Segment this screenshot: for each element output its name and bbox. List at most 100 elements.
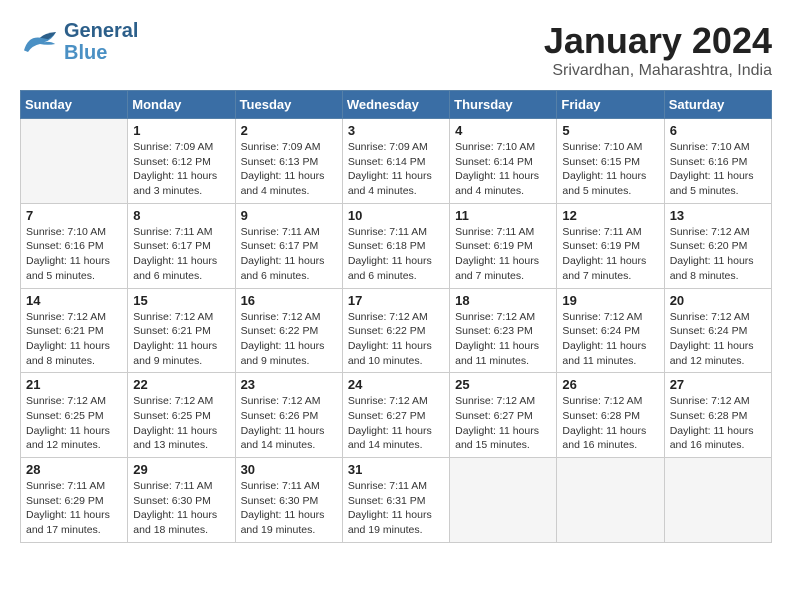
day-info: Sunrise: 7:12 AM Sunset: 6:21 PM Dayligh… [133, 310, 229, 369]
calendar-cell: 30 Sunrise: 7:11 AM Sunset: 6:30 PM Dayli… [235, 458, 342, 543]
day-info: Sunrise: 7:12 AM Sunset: 6:24 PM Dayligh… [670, 310, 766, 369]
calendar-cell [21, 119, 128, 204]
calendar-cell: 21 Sunrise: 7:12 AM Sunset: 6:25 PM Dayli… [21, 373, 128, 458]
day-info: Sunrise: 7:11 AM Sunset: 6:30 PM Dayligh… [241, 479, 337, 538]
page-header: General Blue January 2024 Srivardhan, Ma… [20, 20, 772, 80]
calendar-cell: 14 Sunrise: 7:12 AM Sunset: 6:21 PM Dayli… [21, 288, 128, 373]
calendar-cell: 10Sunrise: 7:11 AM Sunset: 6:18 PM Dayli… [342, 203, 449, 288]
day-info: Sunrise: 7:12 AM Sunset: 6:28 PM Dayligh… [562, 394, 658, 453]
calendar-cell: 27Sunrise: 7:12 AM Sunset: 6:28 PM Dayli… [664, 373, 771, 458]
calendar-cell: 1 Sunrise: 7:09 AM Sunset: 6:12 PM Daylig… [128, 119, 235, 204]
calendar-week-3: 14 Sunrise: 7:12 AM Sunset: 6:21 PM Dayli… [21, 288, 772, 373]
day-info: Sunrise: 7:12 AM Sunset: 6:26 PM Dayligh… [241, 394, 337, 453]
day-header-saturday: Saturday [664, 91, 771, 119]
day-number: 3 [348, 123, 444, 138]
calendar-cell: 23 Sunrise: 7:12 AM Sunset: 6:26 PM Dayli… [235, 373, 342, 458]
day-header-sunday: Sunday [21, 91, 128, 119]
calendar-week-1: 1 Sunrise: 7:09 AM Sunset: 6:12 PM Daylig… [21, 119, 772, 204]
calendar-cell: 28Sunrise: 7:11 AM Sunset: 6:29 PM Dayli… [21, 458, 128, 543]
day-number: 10 [348, 208, 444, 223]
day-number: 9 [241, 208, 337, 223]
day-number: 2 [241, 123, 337, 138]
day-number: 13 [670, 208, 766, 223]
day-number: 21 [26, 377, 122, 392]
day-number: 20 [670, 293, 766, 308]
day-info: Sunrise: 7:12 AM Sunset: 6:25 PM Dayligh… [133, 394, 229, 453]
day-info: Sunrise: 7:11 AM Sunset: 6:17 PM Dayligh… [133, 225, 229, 284]
day-info: Sunrise: 7:12 AM Sunset: 6:28 PM Dayligh… [670, 394, 766, 453]
calendar-cell: 13 Sunrise: 7:12 AM Sunset: 6:20 PM Dayli… [664, 203, 771, 288]
calendar-week-5: 28Sunrise: 7:11 AM Sunset: 6:29 PM Dayli… [21, 458, 772, 543]
calendar-cell: 11 Sunrise: 7:11 AM Sunset: 6:19 PM Dayli… [450, 203, 557, 288]
calendar-cell [664, 458, 771, 543]
calendar-cell: 7Sunrise: 7:10 AM Sunset: 6:16 PM Daylig… [21, 203, 128, 288]
day-number: 25 [455, 377, 551, 392]
calendar-cell: 31Sunrise: 7:11 AM Sunset: 6:31 PM Dayli… [342, 458, 449, 543]
logo-text-blue: Blue [64, 42, 107, 64]
day-number: 6 [670, 123, 766, 138]
calendar-cell [557, 458, 664, 543]
day-info: Sunrise: 7:10 AM Sunset: 6:16 PM Dayligh… [670, 140, 766, 199]
day-info: Sunrise: 7:11 AM Sunset: 6:19 PM Dayligh… [455, 225, 551, 284]
day-info: Sunrise: 7:11 AM Sunset: 6:31 PM Dayligh… [348, 479, 444, 538]
day-info: Sunrise: 7:09 AM Sunset: 6:12 PM Dayligh… [133, 140, 229, 199]
day-info: Sunrise: 7:12 AM Sunset: 6:20 PM Dayligh… [670, 225, 766, 284]
day-number: 24 [348, 377, 444, 392]
day-info: Sunrise: 7:09 AM Sunset: 6:13 PM Dayligh… [241, 140, 337, 199]
day-number: 17 [348, 293, 444, 308]
calendar-cell: 5 Sunrise: 7:10 AM Sunset: 6:15 PM Daylig… [557, 119, 664, 204]
logo-icon [20, 28, 60, 56]
day-number: 15 [133, 293, 229, 308]
day-number: 8 [133, 208, 229, 223]
calendar-cell: 22 Sunrise: 7:12 AM Sunset: 6:25 PM Dayli… [128, 373, 235, 458]
day-info: Sunrise: 7:12 AM Sunset: 6:27 PM Dayligh… [455, 394, 551, 453]
calendar-cell: 6 Sunrise: 7:10 AM Sunset: 6:16 PM Daylig… [664, 119, 771, 204]
day-number: 14 [26, 293, 122, 308]
day-number: 11 [455, 208, 551, 223]
day-number: 30 [241, 462, 337, 477]
location-subtitle: Srivardhan, Maharashtra, India [544, 62, 772, 80]
day-info: Sunrise: 7:11 AM Sunset: 6:19 PM Dayligh… [562, 225, 658, 284]
calendar-cell: 4 Sunrise: 7:10 AM Sunset: 6:14 PM Daylig… [450, 119, 557, 204]
day-number: 1 [133, 123, 229, 138]
day-info: Sunrise: 7:11 AM Sunset: 6:29 PM Dayligh… [26, 479, 122, 538]
calendar-cell: 25 Sunrise: 7:12 AM Sunset: 6:27 PM Dayli… [450, 373, 557, 458]
calendar-cell: 8 Sunrise: 7:11 AM Sunset: 6:17 PM Daylig… [128, 203, 235, 288]
day-info: Sunrise: 7:12 AM Sunset: 6:27 PM Dayligh… [348, 394, 444, 453]
day-header-monday: Monday [128, 91, 235, 119]
calendar-cell: 15 Sunrise: 7:12 AM Sunset: 6:21 PM Dayli… [128, 288, 235, 373]
calendar-cell: 12 Sunrise: 7:11 AM Sunset: 6:19 PM Dayli… [557, 203, 664, 288]
day-info: Sunrise: 7:12 AM Sunset: 6:21 PM Dayligh… [26, 310, 122, 369]
calendar-header-row: SundayMondayTuesdayWednesdayThursdayFrid… [21, 91, 772, 119]
day-info: Sunrise: 7:12 AM Sunset: 6:23 PM Dayligh… [455, 310, 551, 369]
calendar-week-4: 21 Sunrise: 7:12 AM Sunset: 6:25 PM Dayli… [21, 373, 772, 458]
day-number: 19 [562, 293, 658, 308]
day-number: 5 [562, 123, 658, 138]
month-title: January 2024 [544, 20, 772, 62]
day-header-friday: Friday [557, 91, 664, 119]
calendar-cell: 17 Sunrise: 7:12 AM Sunset: 6:22 PM Dayli… [342, 288, 449, 373]
calendar-cell: 3 Sunrise: 7:09 AM Sunset: 6:14 PM Daylig… [342, 119, 449, 204]
day-info: Sunrise: 7:10 AM Sunset: 6:15 PM Dayligh… [562, 140, 658, 199]
calendar-cell: 19 Sunrise: 7:12 AM Sunset: 6:24 PM Dayli… [557, 288, 664, 373]
logo-text-general: General [64, 20, 138, 42]
day-info: Sunrise: 7:11 AM Sunset: 6:17 PM Dayligh… [241, 225, 337, 284]
calendar-cell: 24 Sunrise: 7:12 AM Sunset: 6:27 PM Dayli… [342, 373, 449, 458]
calendar-cell: 9 Sunrise: 7:11 AM Sunset: 6:17 PM Daylig… [235, 203, 342, 288]
day-info: Sunrise: 7:10 AM Sunset: 6:16 PM Dayligh… [26, 225, 122, 284]
day-info: Sunrise: 7:12 AM Sunset: 6:24 PM Dayligh… [562, 310, 658, 369]
day-number: 12 [562, 208, 658, 223]
calendar-cell: 29Sunrise: 7:11 AM Sunset: 6:30 PM Dayli… [128, 458, 235, 543]
day-info: Sunrise: 7:12 AM Sunset: 6:22 PM Dayligh… [241, 310, 337, 369]
calendar-week-2: 7Sunrise: 7:10 AM Sunset: 6:16 PM Daylig… [21, 203, 772, 288]
day-info: Sunrise: 7:10 AM Sunset: 6:14 PM Dayligh… [455, 140, 551, 199]
day-number: 23 [241, 377, 337, 392]
day-number: 22 [133, 377, 229, 392]
day-number: 4 [455, 123, 551, 138]
day-header-thursday: Thursday [450, 91, 557, 119]
title-section: January 2024 Srivardhan, Maharashtra, In… [544, 20, 772, 80]
day-header-wednesday: Wednesday [342, 91, 449, 119]
day-info: Sunrise: 7:12 AM Sunset: 6:25 PM Dayligh… [26, 394, 122, 453]
day-info: Sunrise: 7:12 AM Sunset: 6:22 PM Dayligh… [348, 310, 444, 369]
day-info: Sunrise: 7:09 AM Sunset: 6:14 PM Dayligh… [348, 140, 444, 199]
